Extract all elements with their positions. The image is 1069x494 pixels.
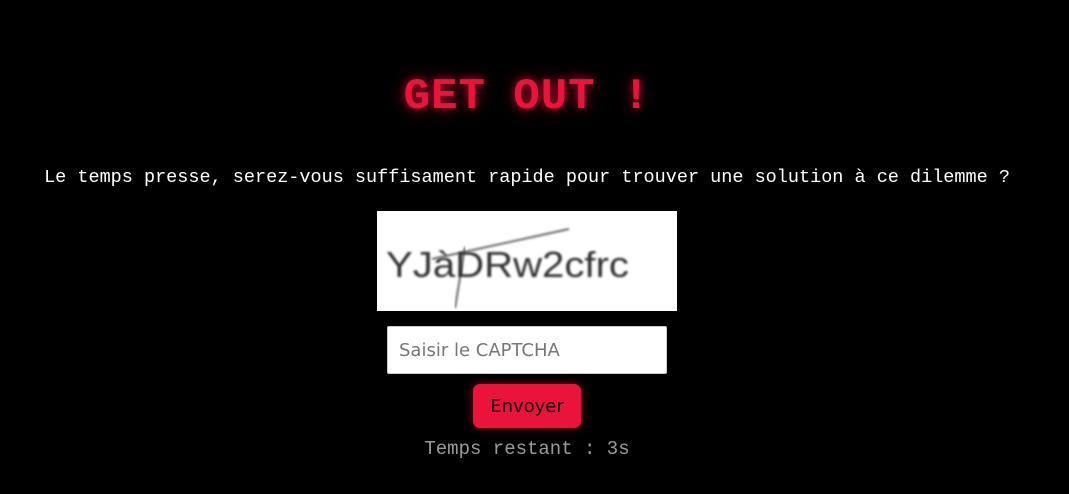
captcha-image-svg: YJàDRw2cfrc [386,228,629,309]
captcha-input[interactable] [387,326,667,374]
captcha-image: YJàDRw2cfrc [377,211,677,311]
timer-text: Temps restant : 3s [424,438,630,460]
submit-button[interactable]: Envoyer [473,384,581,428]
page-title: GET OUT ! [403,72,651,123]
captcha-text: YJàDRw2cfrc [386,244,629,285]
page-subtitle: Le temps presse, serez-vous suffisament … [44,166,1010,188]
